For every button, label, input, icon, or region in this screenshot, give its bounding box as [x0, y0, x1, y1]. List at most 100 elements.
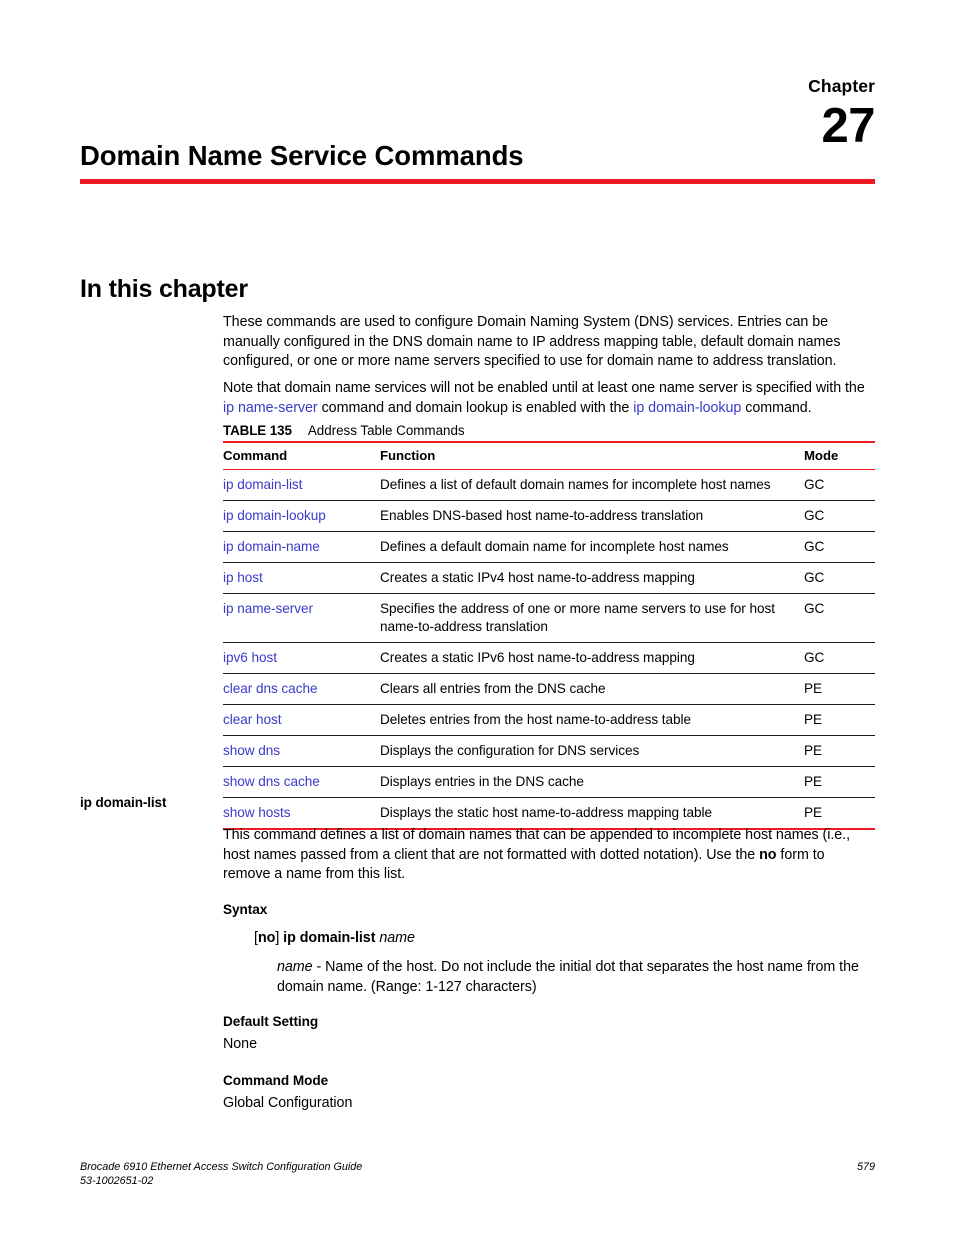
column-header-mode: Mode — [804, 441, 875, 470]
cell-function: Defines a default domain name for incomp… — [380, 531, 804, 563]
cell-command: show dns cache — [223, 766, 380, 798]
cell-command: ip domain-name — [223, 531, 380, 563]
default-setting-value: None — [223, 1036, 257, 1052]
command-mode-heading: Command Mode — [223, 1073, 329, 1088]
cell-mode: GC — [804, 469, 875, 501]
intro-paragraph-2-wrap: Note that domain name services will not … — [223, 379, 875, 418]
cell-function: Clears all entries from the DNS cache — [380, 673, 804, 705]
chapter-number: 27 — [821, 99, 875, 153]
link-command-5[interactable]: ip name-server — [223, 601, 313, 616]
cell-mode: PE — [804, 797, 875, 830]
link-command-9[interactable]: show dns — [223, 743, 280, 758]
syntax-bracket-close: ] — [275, 930, 284, 946]
cell-function: Defines a list of default domain names f… — [380, 469, 804, 501]
command-description: This command defines a list of domain na… — [223, 826, 875, 885]
cell-function: Displays entries in the DNS cache — [380, 766, 804, 798]
link-command-3[interactable]: ip domain-name — [223, 539, 320, 554]
table-row: ip domain-lookup Enables DNS-based host n… — [223, 500, 875, 532]
intro-paragraph-2: Note that domain name services will not … — [223, 379, 875, 418]
cell-function: Displays the configuration for DNS servi… — [380, 735, 804, 767]
link-command-6[interactable]: ipv6 host — [223, 650, 277, 665]
argument-description: name - Name of the host. Do not include … — [277, 958, 875, 997]
command-description-no-keyword: no — [759, 846, 777, 863]
cell-mode: GC — [804, 562, 875, 594]
chapter-label: Chapter — [808, 76, 875, 96]
command-mode-value: Global Configuration — [223, 1095, 353, 1111]
syntax-line: [no] ip domain-list name — [254, 929, 415, 949]
syntax-argument: name — [379, 930, 415, 946]
link-ip-name-server[interactable]: ip name-server — [223, 400, 318, 416]
cell-function: Creates a static IPv4 host name-to-addre… — [380, 562, 804, 594]
default-setting-heading: Default Setting — [223, 1014, 319, 1029]
cell-command: clear dns cache — [223, 673, 380, 705]
address-table-commands: Command Function Mode ip domain-list Defi… — [223, 441, 875, 830]
syntax-heading: Syntax — [223, 902, 268, 917]
link-ip-domain-lookup[interactable]: ip domain-lookup — [633, 400, 741, 416]
intro-p2-text-2: command and domain lookup is enabled wit… — [317, 399, 634, 416]
cell-command: show dns — [223, 735, 380, 767]
table-number: TABLE 135 — [223, 423, 292, 438]
cell-mode: GC — [804, 500, 875, 532]
link-command-10[interactable]: show dns cache — [223, 774, 320, 789]
syntax-command-name: ip domain-list — [283, 930, 376, 946]
cell-mode: PE — [804, 735, 875, 767]
argument-description-text: - Name of the host. Do not include the i… — [277, 959, 859, 995]
table-row: show dns Displays the configuration for D… — [223, 735, 875, 767]
cell-mode: PE — [804, 673, 875, 705]
link-command-1[interactable]: ip domain-list — [223, 477, 302, 492]
footer-page-number: 579 — [856, 1161, 875, 1173]
table-body: ip domain-list Defines a list of default … — [223, 469, 875, 830]
intro-paragraph-1: These commands are used to configure Dom… — [223, 314, 841, 370]
section-heading-in-this-chapter: In this chapter — [80, 275, 248, 303]
cell-mode: GC — [804, 642, 875, 674]
cell-command: ip name-server — [223, 593, 380, 643]
table-row: clear host Deletes entries from the host … — [223, 704, 875, 736]
table-row: ip name-server Specifies the address of o… — [223, 593, 875, 643]
table-row: ip domain-list Defines a list of default … — [223, 469, 875, 501]
cell-command: show hosts — [223, 797, 380, 830]
intro-paragraph-1-wrap: These commands are used to configure Dom… — [223, 313, 875, 372]
cell-mode: PE — [804, 766, 875, 798]
cell-command: ipv6 host — [223, 642, 380, 674]
syntax-no-keyword: no — [257, 930, 276, 946]
link-command-4[interactable]: ip host — [223, 570, 263, 585]
command-heading-ip-domain-list: ip domain-list — [80, 795, 167, 810]
argument-name: name — [277, 959, 313, 975]
chapter-rule-divider — [80, 179, 875, 184]
table-row: show dns cache Displays entries in the DN… — [223, 766, 875, 798]
document-page: Chapter 27 Domain Name Service Commands … — [0, 0, 954, 1235]
cell-function: Specifies the address of one or more nam… — [380, 593, 804, 643]
cell-function: Displays the static host name-to-address… — [380, 797, 804, 830]
cell-function: Deletes entries from the host name-to-ad… — [380, 704, 804, 736]
cell-mode: PE — [804, 704, 875, 736]
cell-function: Creates a static IPv6 host name-to-addre… — [380, 642, 804, 674]
table-row: show hosts Displays the static host name-… — [223, 797, 875, 830]
table-row: clear dns cache Clears all entries from t… — [223, 673, 875, 705]
link-command-7[interactable]: clear dns cache — [223, 681, 318, 696]
cell-command: ip domain-lookup — [223, 500, 380, 532]
link-command-8[interactable]: clear host — [223, 712, 281, 727]
table-row: ipv6 host Creates a static IPv6 host name… — [223, 642, 875, 674]
footer-doc-number: 53-1002651-02 — [80, 1175, 154, 1187]
intro-p2-text-1: Note that domain name services will not … — [223, 380, 865, 396]
page-title: Domain Name Service Commands — [80, 140, 524, 172]
cell-function: Enables DNS-based host name-to-address t… — [380, 500, 804, 532]
intro-p2-text-3: command. — [741, 399, 812, 416]
cell-command: ip host — [223, 562, 380, 594]
table-row: ip host Creates a static IPv4 host name-t… — [223, 562, 875, 594]
column-header-function: Function — [380, 441, 804, 470]
command-description-wrap: This command defines a list of domain na… — [223, 826, 875, 885]
link-command-2[interactable]: ip domain-lookup — [223, 508, 326, 523]
cell-mode: GC — [804, 531, 875, 563]
footer-guide-title: Brocade 6910 Ethernet Access Switch Conf… — [80, 1161, 363, 1173]
command-description-text-1: This command defines a list of domain na… — [223, 827, 851, 863]
table-caption: TABLE 135 Address Table Commands — [223, 424, 465, 437]
cell-command: ip domain-list — [223, 469, 380, 501]
footer-doc-info: Brocade 6910 Ethernet Access Switch Conf… — [80, 1160, 362, 1188]
table-row: ip domain-name Defines a default domain n… — [223, 531, 875, 563]
table-header-row: Command Function Mode — [223, 441, 875, 470]
cell-command: clear host — [223, 704, 380, 736]
column-header-command: Command — [223, 441, 380, 470]
link-command-11[interactable]: show hosts — [223, 805, 291, 820]
table-title: Address Table Commands — [307, 423, 465, 438]
